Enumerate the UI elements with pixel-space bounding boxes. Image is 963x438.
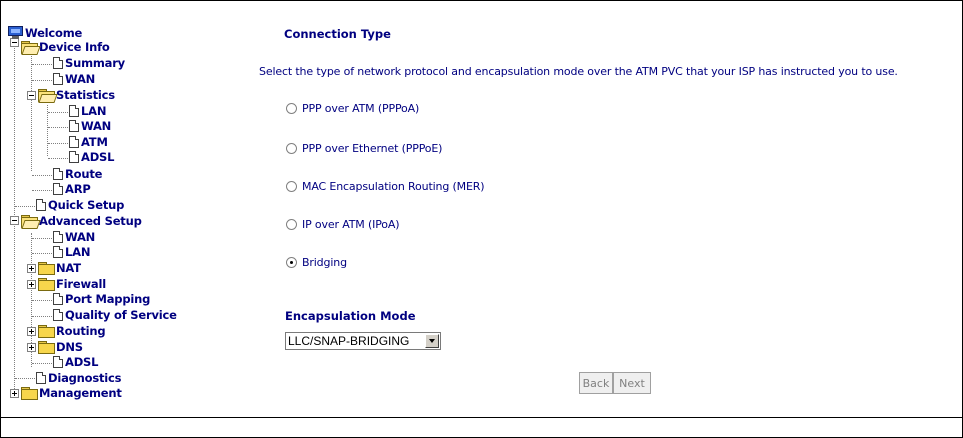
- encapsulation-mode-select[interactable]: LLC/SNAP-BRIDGING: [285, 332, 441, 350]
- option-label: PPP over ATM (PPPoA): [302, 101, 420, 115]
- option-mer[interactable]: MAC Encapsulation Routing (MER): [286, 179, 485, 193]
- option-label: Bridging: [302, 255, 347, 269]
- next-button[interactable]: Next: [613, 372, 651, 394]
- encapsulation-mode-title: Encapsulation Mode: [285, 309, 416, 323]
- option-label: PPP over Ethernet (PPPoE): [302, 141, 443, 155]
- bottom-divider: [0, 417, 963, 418]
- ipoa-radio[interactable]: [286, 218, 297, 230]
- option-label: IP over ATM (IPoA): [302, 217, 400, 231]
- bridging-radio[interactable]: [286, 256, 297, 268]
- mer-radio[interactable]: [286, 180, 297, 192]
- dropdown-arrow-icon[interactable]: [425, 334, 439, 348]
- option-ipoa[interactable]: IP over ATM (IPoA): [286, 217, 400, 231]
- main-content: Connection Type Select the type of netwo…: [0, 0, 963, 438]
- option-label: MAC Encapsulation Routing (MER): [302, 179, 485, 193]
- pppoe-radio[interactable]: [286, 142, 297, 154]
- option-pppoa[interactable]: PPP over ATM (PPPoA): [286, 101, 419, 115]
- option-pppoe[interactable]: PPP over Ethernet (PPPoE): [286, 141, 442, 155]
- page-description: Select the type of network protocol and …: [259, 65, 898, 78]
- page-title: Connection Type: [284, 27, 391, 41]
- encapsulation-mode-value: LLC/SNAP-BRIDGING: [288, 334, 410, 348]
- option-bridging[interactable]: Bridging: [286, 255, 347, 269]
- back-button[interactable]: Back: [579, 372, 613, 394]
- pppoa-radio[interactable]: [286, 102, 297, 114]
